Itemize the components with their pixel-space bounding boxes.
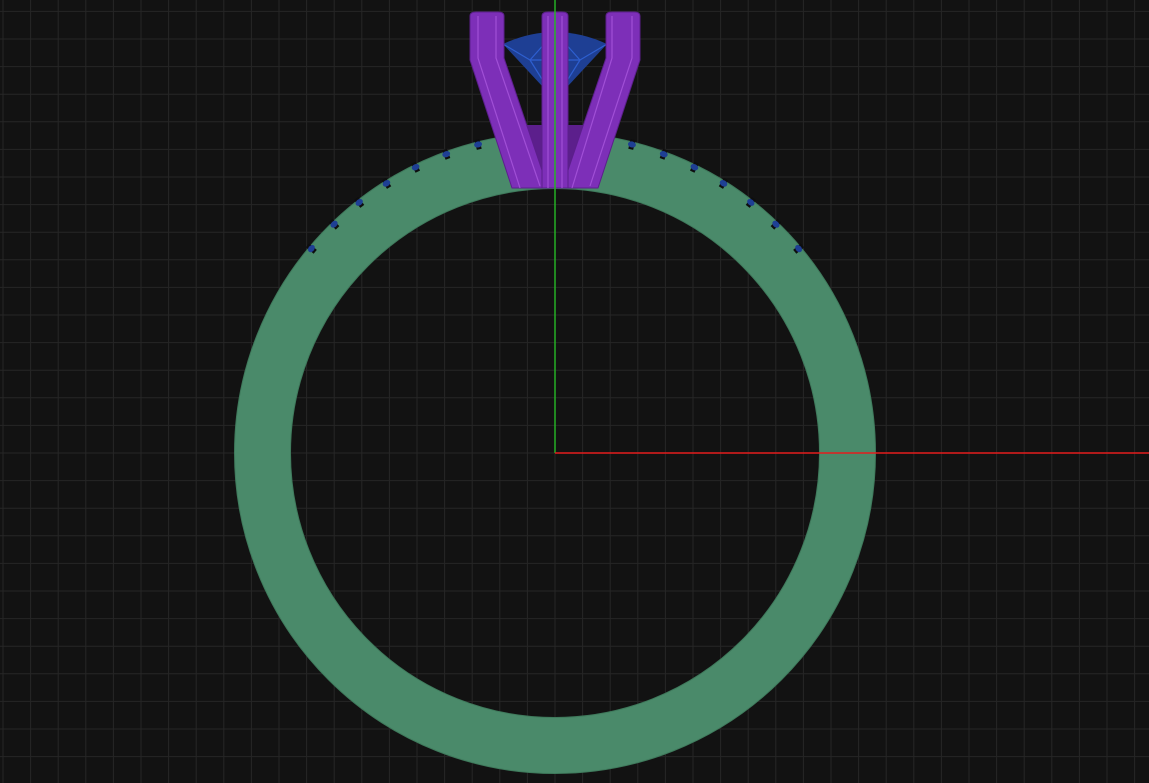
3d-viewport[interactable] [0,0,1149,783]
viewport-grid [0,0,1149,783]
viewport-canvas[interactable] [0,0,1149,783]
